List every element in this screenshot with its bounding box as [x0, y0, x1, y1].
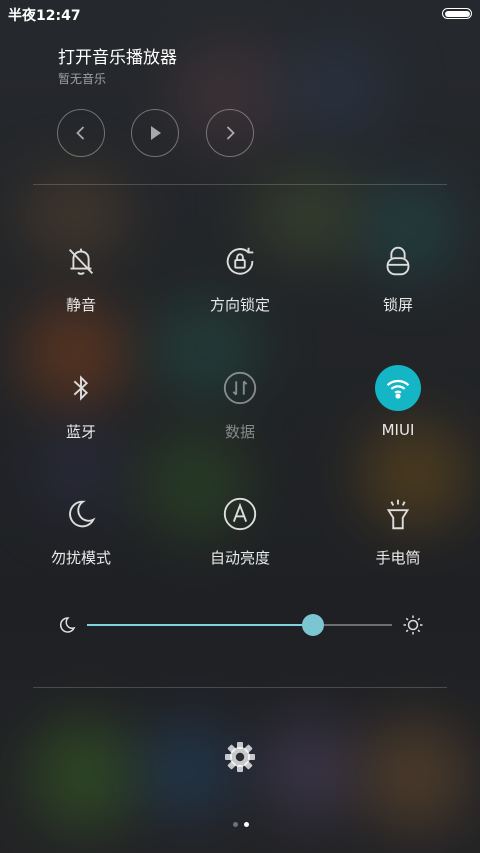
toggle-mobile-data-label: 数据: [224, 423, 255, 441]
sun-icon: [403, 615, 423, 635]
previous-track-button[interactable]: [57, 109, 105, 157]
brightness-track[interactable]: [87, 614, 392, 636]
rotation-lock-icon: [226, 247, 254, 275]
next-track-button[interactable]: [206, 109, 254, 157]
auto-brightness-icon: [223, 497, 257, 531]
toggle-rotation-lock[interactable]: 方向锁定: [170, 238, 310, 315]
status-bar: 半夜12:47: [0, 0, 480, 28]
toggle-auto-brightness[interactable]: 自动亮度: [170, 491, 310, 568]
page-dot: [233, 822, 238, 827]
page-indicator: [230, 812, 252, 831]
toggle-auto-brightness-label: 自动亮度: [209, 549, 270, 567]
toggle-wifi[interactable]: MIUI: [328, 365, 468, 439]
toggle-rotation-lock-label: 方向锁定: [209, 296, 270, 314]
brightness-slider[interactable]: [58, 612, 424, 638]
mobile-data-icon: [223, 371, 257, 405]
toggle-do-not-disturb[interactable]: 勿扰模式: [11, 491, 151, 568]
chevron-left-icon: [76, 126, 85, 140]
toggle-lock-screen-label: 锁屏: [382, 296, 413, 314]
toggle-bluetooth[interactable]: 蓝牙: [11, 365, 151, 442]
lock-icon: [386, 246, 410, 276]
gear-icon: [225, 742, 255, 772]
moon-icon: [69, 500, 96, 528]
toggle-mute[interactable]: 静音: [11, 238, 151, 315]
music-player-subtitle: 暂无音乐: [58, 72, 107, 86]
divider-bottom: [33, 687, 447, 688]
page-dot: [244, 822, 249, 827]
chevron-right-icon: [226, 126, 235, 140]
battery-icon: [442, 8, 472, 19]
toggle-flashlight[interactable]: 手电筒: [328, 491, 468, 568]
play-icon: [151, 126, 161, 140]
toggle-mobile-data[interactable]: 数据: [170, 365, 310, 442]
toggle-do-not-disturb-label: 勿扰模式: [50, 549, 111, 567]
flashlight-icon: [386, 499, 410, 530]
toggle-lock-screen[interactable]: 锁屏: [328, 238, 468, 315]
play-button[interactable]: [131, 109, 179, 157]
status-time: 半夜12:47: [8, 8, 81, 24]
mute-bell-icon: [68, 248, 94, 275]
toggle-bluetooth-label: 蓝牙: [65, 423, 96, 441]
music-player-title[interactable]: 打开音乐播放器: [58, 43, 177, 68]
settings-button[interactable]: [223, 740, 257, 774]
divider-top: [33, 184, 447, 185]
brightness-fill: [87, 624, 313, 626]
bluetooth-icon: [73, 375, 89, 401]
toggle-mute-label: 静音: [65, 296, 96, 314]
toggle-flashlight-label: 手电筒: [375, 549, 421, 567]
toggle-wifi-label: MIUI: [381, 421, 415, 439]
moon-small-icon: [59, 617, 76, 633]
brightness-thumb[interactable]: [301, 614, 324, 636]
wifi-icon: [386, 379, 410, 399]
